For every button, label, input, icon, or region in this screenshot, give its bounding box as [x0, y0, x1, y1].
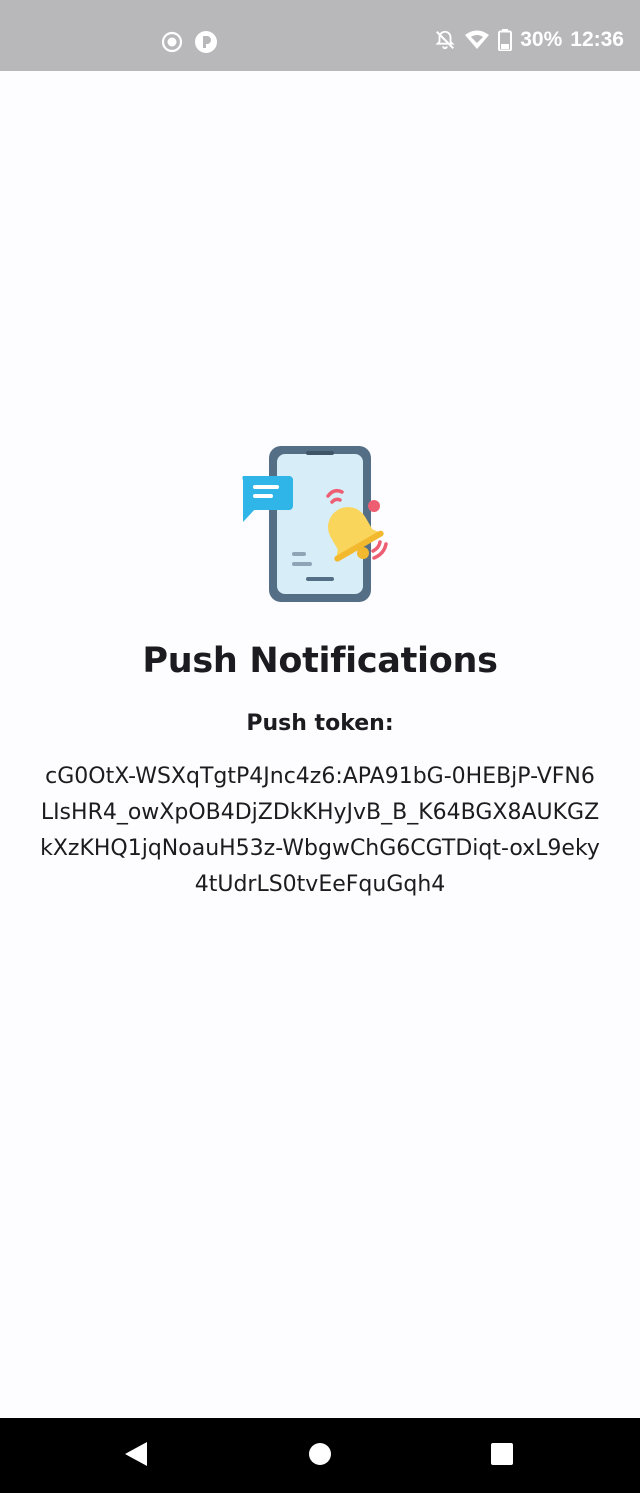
- recents-button[interactable]: [488, 1442, 516, 1470]
- push-token-value[interactable]: cG0OtX-WSXqTgtP4Jnc4z6:APA91bG-0HEBjP-VF…: [40, 759, 600, 903]
- app-notification-icon: [194, 30, 218, 54]
- clock: 12:36: [570, 28, 624, 51]
- status-bar-right: 30% 12:36: [434, 28, 624, 52]
- status-bar-left-icons: [160, 30, 218, 54]
- main-content: Push Notifications Push token: cG0OtX-WS…: [0, 71, 640, 1418]
- battery-icon: [498, 29, 513, 51]
- phone-notification-bell-icon: [240, 444, 400, 604]
- home-button[interactable]: [306, 1442, 334, 1470]
- navigation-bar: [0, 1418, 640, 1493]
- status-bar: 30% 12:36: [0, 0, 640, 71]
- back-icon: [123, 1440, 149, 1472]
- page-title: Push Notifications: [142, 641, 498, 681]
- battery-percentage: 30%: [520, 28, 563, 51]
- back-button[interactable]: [122, 1442, 150, 1470]
- notifications-off-icon: [434, 29, 456, 51]
- recents-icon: [490, 1442, 514, 1470]
- screen-record-icon: [160, 30, 184, 54]
- push-token-label: Push token:: [246, 711, 394, 736]
- wifi-icon: [464, 29, 490, 51]
- home-icon: [308, 1442, 332, 1470]
